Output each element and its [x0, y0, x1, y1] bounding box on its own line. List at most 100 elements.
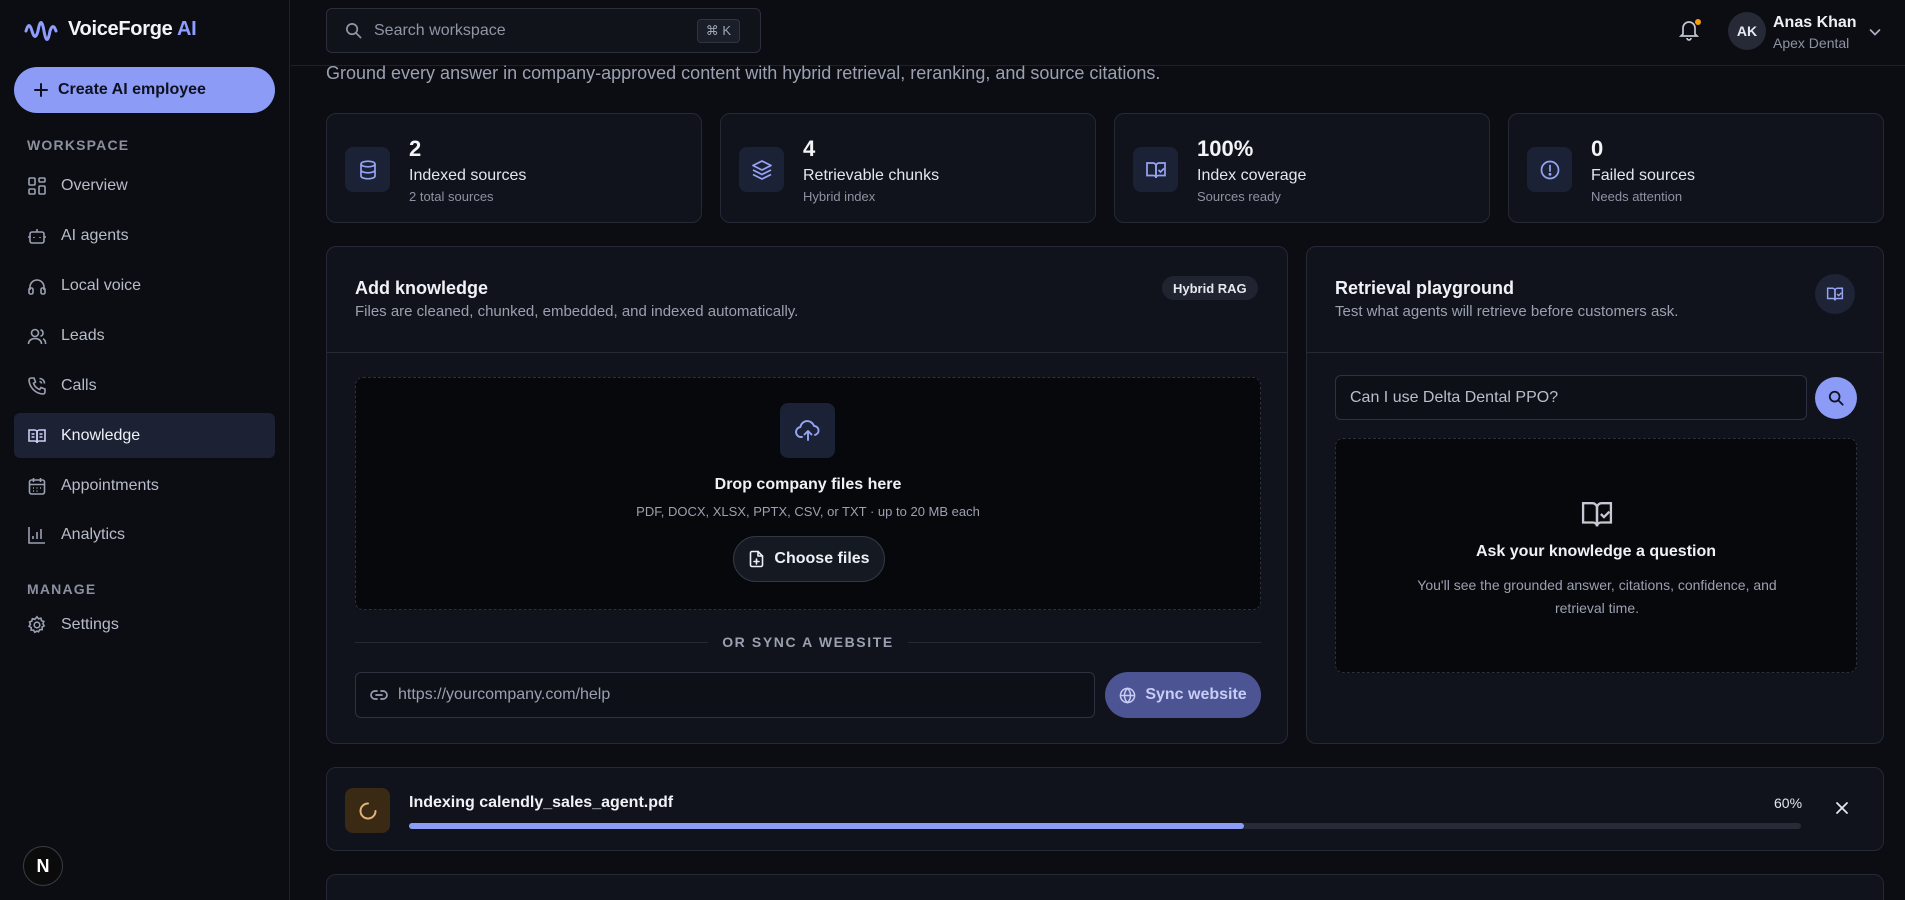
query-input[interactable]: Can I use Delta Dental PPO?: [1335, 375, 1807, 420]
stat-label: Index coverage: [1197, 167, 1307, 184]
empty-state-title: Ask your knowledge a question: [1475, 543, 1717, 560]
stat-value: 0: [1591, 136, 1604, 161]
search-icon: [346, 23, 362, 39]
users-icon: [27, 328, 47, 344]
keyboard-shortcut-badge: ⌘ K: [696, 19, 740, 43]
calendar-icon: [28, 477, 46, 495]
sidebar-item-appointments[interactable]: Appointments: [14, 463, 275, 508]
dropzone-hint: PDF, DOCX, XLSX, PPTX, CSV, or TXT · up …: [636, 504, 980, 519]
empty-state-description: You'll see the grounded answer, citation…: [1417, 577, 1777, 616]
indexing-progress-card: Indexing calendly_sales_agent.pdf 60%: [326, 767, 1884, 851]
waveform-logo-icon: [24, 21, 58, 41]
choose-files-button[interactable]: Choose files: [733, 536, 885, 582]
file-dropzone[interactable]: Drop company files here PDF, DOCX, XLSX,…: [355, 377, 1261, 610]
cloud-upload-icon: [780, 403, 835, 458]
loading-spinner-icon: [345, 788, 390, 833]
bot-icon: [28, 228, 46, 244]
dropzone-title: Drop company files here: [714, 476, 902, 493]
top-header: Search workspace ⌘ K AK Anas Khan Apex D…: [291, 0, 1905, 66]
book-icon: [28, 428, 46, 443]
progress-bar: [409, 823, 1801, 829]
sidebar-item-leads[interactable]: Leads: [14, 313, 275, 358]
section-label-manage: MANAGE: [27, 581, 97, 597]
search-placeholder: Search workspace: [374, 21, 506, 39]
panel-description: Files are cleaned, chunked, embedded, an…: [355, 303, 799, 320]
sync-website-button[interactable]: Sync website: [1105, 672, 1261, 718]
divider-line: [907, 641, 1261, 643]
file-plus-icon: [750, 550, 764, 568]
stat-card-failed-sources: 0 Failed sources Needs attention: [1508, 113, 1884, 223]
stat-sub: Needs attention: [1591, 189, 1683, 204]
book-check-icon: [1581, 502, 1613, 527]
stat-label: Failed sources: [1591, 167, 1696, 184]
run-query-button[interactable]: [1815, 377, 1857, 419]
stat-value: 2: [409, 136, 422, 161]
panel-divider: [327, 352, 1287, 353]
or-sync-label: OR SYNC A WEBSITE: [722, 634, 894, 650]
avatar[interactable]: AK: [1728, 12, 1766, 50]
website-url-input[interactable]: https://yourcompany.com/help: [355, 672, 1095, 718]
stat-label: Indexed sources: [409, 167, 527, 184]
stat-label: Retrievable chunks: [803, 167, 940, 184]
add-knowledge-panel: Add knowledge Files are cleaned, chunked…: [326, 246, 1288, 744]
stat-value: 4: [803, 136, 816, 161]
search-icon: [1828, 390, 1844, 406]
phone-icon: [28, 376, 46, 395]
panel-divider: [1307, 352, 1883, 353]
hybrid-rag-badge: Hybrid RAG: [1162, 276, 1258, 300]
divider-line: [355, 641, 709, 643]
panel-title: Retrieval playground: [1335, 278, 1515, 298]
page-subtitle: Ground every answer in company-approved …: [326, 63, 1161, 83]
notifications-button[interactable]: [1679, 19, 1701, 43]
chevron-down-icon[interactable]: [1867, 24, 1883, 40]
sidebar: VoiceForge AI Create AI employee WORKSPA…: [0, 0, 290, 900]
stat-card-index-coverage: 100% Index coverage Sources ready: [1114, 113, 1490, 223]
user-org: Apex Dental: [1773, 35, 1850, 51]
url-placeholder: https://yourcompany.com/help: [398, 686, 611, 703]
sidebar-item-local-voice[interactable]: Local voice: [14, 263, 275, 308]
book-check-icon: [1133, 147, 1178, 192]
stat-sub: Sources ready: [1197, 189, 1281, 204]
stat-sub: 2 total sources: [409, 189, 494, 204]
or-sync-divider: OR SYNC A WEBSITE: [355, 632, 1261, 652]
n-logo-badge[interactable]: N: [23, 846, 63, 886]
gear-icon: [27, 615, 46, 633]
bar-chart-icon: [28, 526, 45, 544]
stat-value: 100%: [1197, 136, 1254, 161]
sidebar-item-overview[interactable]: Overview: [14, 163, 275, 208]
link-icon: [370, 690, 388, 700]
brand-logo[interactable]: VoiceForge AI: [24, 16, 197, 42]
stat-sub: Hybrid index: [803, 189, 876, 204]
notification-dot: [1695, 19, 1701, 25]
panel-title: Add knowledge: [355, 278, 489, 298]
close-icon[interactable]: [1833, 799, 1851, 817]
create-ai-employee-button[interactable]: Create AI employee: [14, 67, 275, 113]
brand-name: VoiceForge AI: [68, 17, 197, 40]
user-name[interactable]: Anas Khan: [1773, 14, 1857, 32]
answer-empty-state: Ask your knowledge a question You'll see…: [1335, 438, 1857, 673]
layers-icon: [739, 147, 784, 192]
headphones-icon: [28, 278, 46, 295]
database-icon: [345, 147, 390, 192]
stat-card-retrievable-chunks: 4 Retrievable chunks Hybrid index: [720, 113, 1096, 223]
knowledge-source-button[interactable]: [1815, 274, 1855, 314]
sidebar-item-analytics[interactable]: Analytics: [14, 512, 275, 557]
globe-icon: [1119, 686, 1136, 704]
sidebar-item-calls[interactable]: Calls: [14, 363, 275, 408]
progress-fill: [409, 823, 1245, 829]
stat-card-indexed-sources: 2 Indexed sources 2 total sources: [326, 113, 702, 223]
search-input[interactable]: Search workspace ⌘ K: [326, 8, 761, 53]
grid-icon: [28, 176, 46, 195]
plus-icon: [34, 83, 48, 97]
book-check-icon: [1826, 287, 1844, 301]
retrieval-playground-panel: Retrieval playground Test what agents wi…: [1306, 246, 1884, 744]
indexing-title: Indexing calendly_sales_agent.pdf: [409, 794, 674, 811]
sidebar-item-ai-agents[interactable]: AI agents: [14, 213, 275, 258]
sidebar-item-settings[interactable]: Settings: [14, 602, 275, 647]
section-label-workspace: WORKSPACE: [27, 137, 130, 153]
indexing-percent: 60%: [1774, 795, 1803, 811]
panel-description: Test what agents will retrieve before cu…: [1335, 303, 1679, 320]
sidebar-item-knowledge[interactable]: Knowledge: [14, 413, 275, 458]
alert-circle-icon: [1527, 147, 1572, 192]
sources-panel: [326, 874, 1884, 900]
